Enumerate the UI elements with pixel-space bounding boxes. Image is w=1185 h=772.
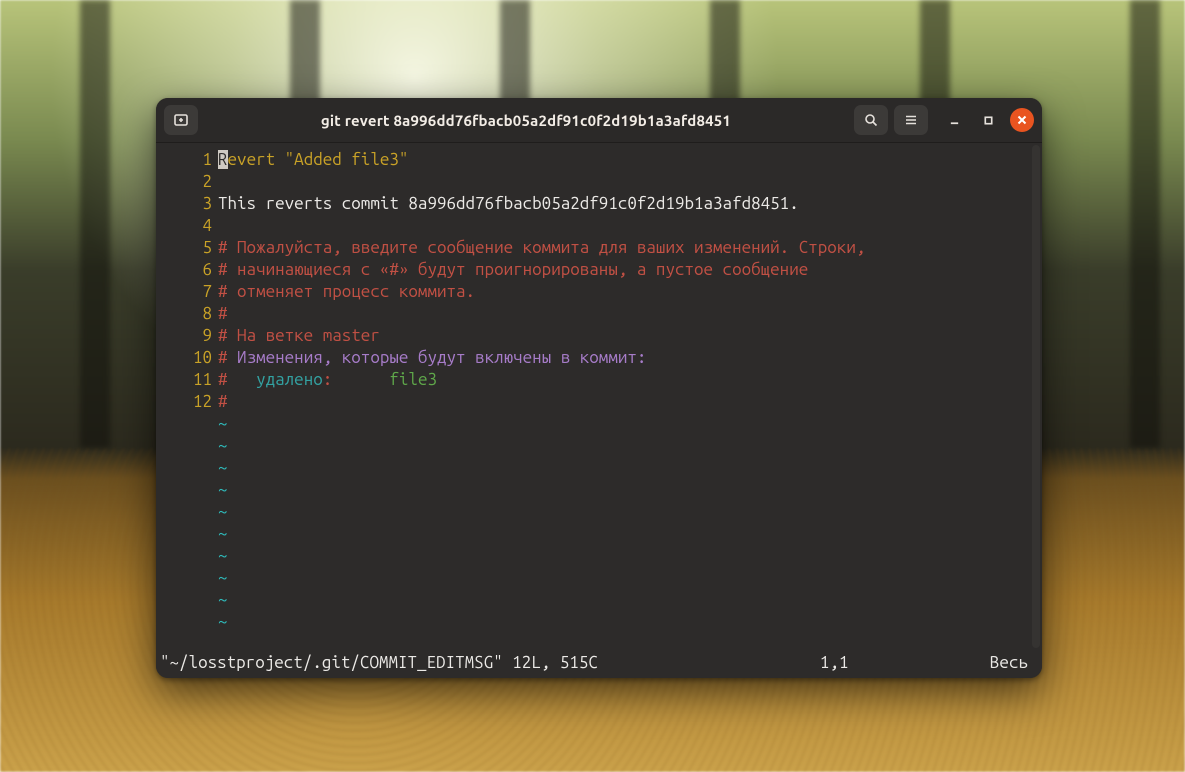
search-icon	[863, 112, 879, 128]
line-number: 10	[166, 347, 212, 369]
text-line: # отменяет процесс коммита.	[218, 281, 1024, 303]
vim-statusline: "~/losstproject/.git/COMMIT_EDITMSG" 12L…	[160, 652, 1038, 674]
tilde-line: ~	[218, 567, 1024, 589]
line-number: 3	[166, 193, 212, 215]
line-number: 1	[166, 149, 212, 171]
new-tab-button[interactable]	[164, 105, 198, 135]
status-position: 1,1	[820, 652, 990, 674]
terminal-body[interactable]: 1 2 3 4 5 6 7 8 9 10 11 12 Revert "Added…	[156, 143, 1042, 678]
terminal-window: git revert 8a996dd76fbacb05a2df91c0f2d19…	[156, 98, 1042, 678]
search-button[interactable]	[854, 105, 888, 135]
cursor: R	[218, 150, 228, 169]
window-controls	[942, 108, 1034, 132]
line-number: 12	[166, 391, 212, 413]
text-line: # На ветке master	[218, 325, 1024, 347]
line-number: 6	[166, 259, 212, 281]
tilde-line: ~	[218, 545, 1024, 567]
new-tab-icon	[173, 112, 189, 128]
tilde-line: ~	[218, 589, 1024, 611]
text-line: Revert "Added file3"	[218, 149, 1024, 171]
line-number: 7	[166, 281, 212, 303]
status-file: "~/losstproject/.git/COMMIT_EDITMSG" 12L…	[160, 652, 820, 674]
close-icon	[1017, 115, 1027, 125]
text-line: #	[218, 391, 1024, 413]
tilde-line: ~	[218, 523, 1024, 545]
minimize-button[interactable]	[942, 108, 966, 132]
titlebar[interactable]: git revert 8a996dd76fbacb05a2df91c0f2d19…	[156, 98, 1042, 143]
line-number: 9	[166, 325, 212, 347]
line-number-gutter: 1 2 3 4 5 6 7 8 9 10 11 12	[160, 149, 218, 652]
status-percent: Весь	[990, 652, 1038, 674]
close-button[interactable]	[1010, 108, 1034, 132]
text-line: # начинающиеся с «#» будут проигнорирова…	[218, 259, 1024, 281]
vim-editor[interactable]: 1 2 3 4 5 6 7 8 9 10 11 12 Revert "Added…	[160, 149, 1038, 652]
text-line: # Изменения, которые будут включены в ко…	[218, 347, 1024, 369]
text-line: # Пожалуйста, введите сообщение коммита …	[218, 237, 1024, 259]
text-line	[218, 171, 1024, 193]
text-line: This reverts commit 8a996dd76fbacb05a2df…	[218, 193, 1024, 215]
line-number: 4	[166, 215, 212, 237]
tilde-line: ~	[218, 479, 1024, 501]
maximize-icon	[983, 115, 994, 126]
text-line: # удалено: file3	[218, 369, 1024, 391]
tilde-line: ~	[218, 457, 1024, 479]
editor-content[interactable]: Revert "Added file3" This reverts commit…	[218, 149, 1038, 652]
text-line	[218, 215, 1024, 237]
minimize-icon	[949, 115, 960, 126]
line-number: 8	[166, 303, 212, 325]
line-number: 11	[166, 369, 212, 391]
text-line: #	[218, 303, 1024, 325]
maximize-button[interactable]	[976, 108, 1000, 132]
tilde-line: ~	[218, 501, 1024, 523]
hamburger-icon	[903, 112, 919, 128]
window-title: git revert 8a996dd76fbacb05a2df91c0f2d19…	[204, 112, 848, 129]
tilde-line: ~	[218, 435, 1024, 457]
menu-button[interactable]	[894, 105, 928, 135]
tilde-line: ~	[218, 611, 1024, 633]
empty-lines: ~ ~ ~ ~ ~ ~ ~ ~ ~ ~	[218, 413, 1024, 633]
tilde-line: ~	[218, 413, 1024, 435]
line-number: 2	[166, 171, 212, 193]
scrollbar[interactable]	[1032, 145, 1040, 648]
line-number: 5	[166, 237, 212, 259]
